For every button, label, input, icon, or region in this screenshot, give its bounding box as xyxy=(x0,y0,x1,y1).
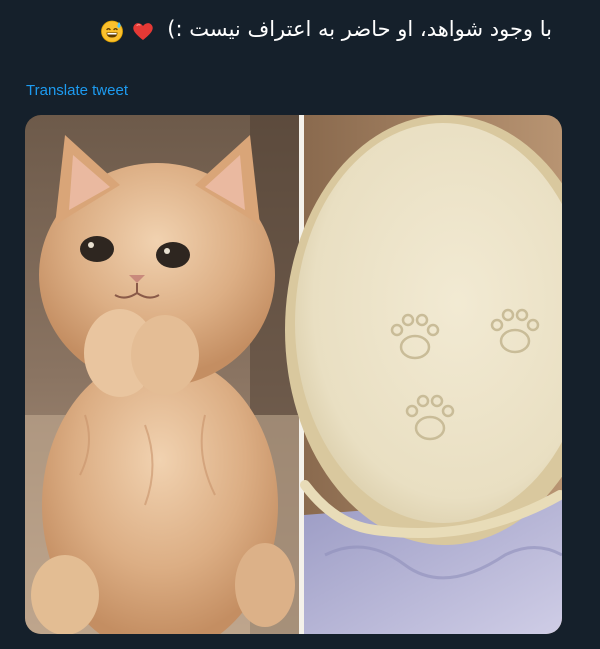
tweet-text: با وجود شواهد، او حاضر به اعتراف نیست :) xyxy=(167,17,552,41)
translate-tweet-link[interactable]: Translate tweet xyxy=(26,82,128,99)
kitten-photo xyxy=(25,115,299,634)
tweet: با وجود شواهد، او حاضر به اعتراف نیست :)… xyxy=(0,0,600,649)
emoji-group xyxy=(100,15,155,45)
red-heart-emoji xyxy=(132,23,153,40)
grinning-sweat-emoji xyxy=(101,20,123,43)
tweet-media[interactable] xyxy=(25,115,562,634)
pie-crust-with-paw-prints-photo xyxy=(285,115,562,634)
tweet-text-line: با وجود شواهد، او حاضر به اعتراف نیست :) xyxy=(20,14,552,45)
media-collage xyxy=(25,115,562,634)
